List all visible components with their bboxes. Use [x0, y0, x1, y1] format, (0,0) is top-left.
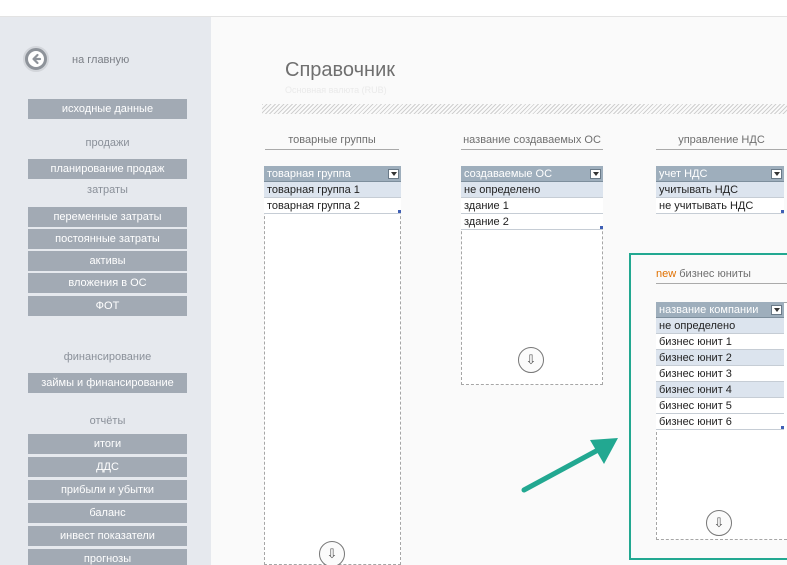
- nav-profit-loss-button[interactable]: прибыли и убытки: [28, 480, 187, 500]
- table-row[interactable]: здание 1: [461, 198, 603, 214]
- nav-fixed-costs-button[interactable]: постоянные затраты: [28, 229, 187, 249]
- business-units-column-header[interactable]: название компании: [656, 302, 784, 318]
- product-groups-table: товарная группа товарная группа 1 товарн…: [264, 166, 401, 214]
- nav-payroll-button[interactable]: ФОТ: [28, 296, 187, 316]
- table-row[interactable]: не определено: [656, 318, 784, 334]
- table-row[interactable]: товарная группа 2: [264, 198, 401, 214]
- fixed-assets-heading: название создаваемых ОС: [461, 134, 603, 150]
- fixed-assets-table: создаваемые ОС не определено здание 1 зд…: [461, 166, 603, 230]
- filter-dropdown-icon[interactable]: [771, 169, 782, 179]
- nav-initial-data-button[interactable]: исходные данные: [28, 99, 187, 119]
- nav-balance-button[interactable]: баланс: [28, 503, 187, 523]
- business-units-column-label: название компании: [659, 303, 759, 316]
- sales-section-header: продажи: [85, 137, 130, 149]
- nav-sales-planning-button[interactable]: планирование продаж: [28, 159, 187, 179]
- new-badge: new: [656, 268, 677, 280]
- product-groups-area: [264, 166, 401, 565]
- business-units-table: название компании не определено бизнес ю…: [656, 302, 784, 430]
- home-button[interactable]: [23, 46, 49, 72]
- filter-dropdown-icon[interactable]: [590, 169, 601, 179]
- nav-totals-button[interactable]: итоги: [28, 434, 187, 454]
- arrow-down-icon: ⇩: [525, 352, 537, 367]
- table-row[interactable]: не учитывать НДС: [656, 198, 784, 214]
- page-title: Справочник: [285, 59, 395, 81]
- add-product-group-button[interactable]: ⇩: [319, 541, 345, 565]
- page-subtitle: Основная валюта (RUB): [285, 85, 387, 95]
- home-link[interactable]: на главную: [72, 54, 129, 66]
- nav-variable-costs-button[interactable]: переменные затраты: [28, 207, 187, 227]
- nav-loans-financing-button[interactable]: займы и финансирование: [28, 373, 187, 393]
- product-groups-column-header[interactable]: товарная группа: [264, 166, 401, 182]
- business-units-heading-label: бизнес юниты: [679, 268, 751, 280]
- fixed-assets-column-header[interactable]: создаваемые ОС: [461, 166, 603, 182]
- table-row[interactable]: учитывать НДС: [656, 182, 784, 198]
- add-business-unit-button[interactable]: ⇩: [706, 510, 732, 536]
- arrow-down-icon: ⇩: [326, 546, 338, 561]
- nav-fixed-asset-investment-button[interactable]: вложения в ОС: [28, 273, 187, 293]
- nav-investment-metrics-button[interactable]: инвест показатели: [28, 526, 187, 546]
- nav-cash-flow-button[interactable]: ДДС: [28, 457, 187, 477]
- sidebar: на главную исходные данные продажи плани…: [0, 17, 211, 565]
- hatched-divider: [262, 104, 787, 114]
- nav-forecasts-button[interactable]: прогнозы: [28, 549, 187, 565]
- filter-dropdown-icon[interactable]: [388, 169, 399, 179]
- product-groups-column-label: товарная группа: [267, 167, 351, 180]
- top-strip: [0, 0, 787, 17]
- nav-assets-button[interactable]: активы: [28, 251, 187, 271]
- table-row[interactable]: бизнес юнит 5: [656, 398, 784, 414]
- vat-heading: управление НДС: [656, 134, 787, 150]
- pointer-arrow-icon: [521, 438, 618, 493]
- arrow-down-icon: ⇩: [713, 515, 725, 530]
- table-row[interactable]: здание 2: [461, 214, 603, 230]
- financing-section-header: финансирование: [63, 351, 152, 363]
- vat-column-label: учет НДС: [659, 167, 708, 180]
- table-row[interactable]: бизнес юнит 1: [656, 334, 784, 350]
- table-row[interactable]: бизнес юнит 2: [656, 350, 784, 366]
- table-row[interactable]: товарная группа 1: [264, 182, 401, 198]
- vat-column-header[interactable]: учет НДС: [656, 166, 784, 182]
- costs-section-header: затраты: [87, 184, 128, 196]
- table-row[interactable]: бизнес юнит 3: [656, 366, 784, 382]
- product-groups-heading: товарные группы: [265, 134, 399, 150]
- fixed-assets-column-label: создаваемые ОС: [464, 167, 553, 180]
- vat-table: учет НДС учитывать НДС не учитывать НДС: [656, 166, 784, 214]
- add-fixed-asset-button[interactable]: ⇩: [518, 347, 544, 373]
- business-units-heading: new бизнес юниты: [656, 268, 787, 284]
- arrow-left-icon: [28, 51, 44, 67]
- reports-section-header: отчёты: [89, 415, 126, 427]
- filter-dropdown-icon[interactable]: [771, 305, 782, 315]
- table-row[interactable]: бизнес юнит 4: [656, 382, 784, 398]
- table-row[interactable]: бизнес юнит 6: [656, 414, 784, 430]
- table-row[interactable]: не определено: [461, 182, 603, 198]
